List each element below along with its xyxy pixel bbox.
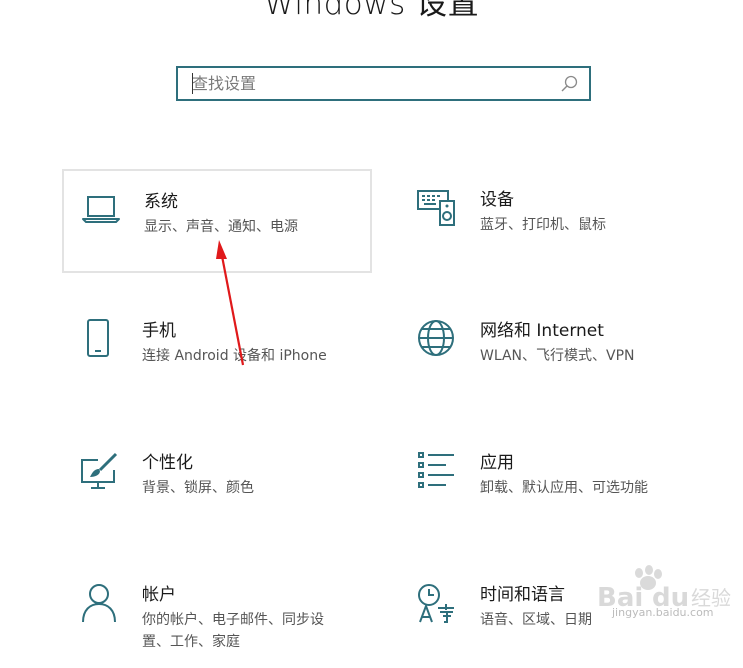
tile-description-line1: 你的帐户、电子邮件、同步设: [142, 612, 324, 628]
tile-title: 应用: [480, 453, 514, 473]
tile-title: 系统: [144, 192, 178, 212]
tile-title: 手机: [142, 321, 176, 341]
tile-apps[interactable]: 应用 卸载、默认应用、可选功能: [400, 432, 710, 536]
search-box[interactable]: [176, 66, 591, 101]
tile-title: 帐户: [142, 585, 176, 605]
page-title: Windows 设置: [263, 0, 480, 22]
tile-description: 连接 Android 设备和 iPhone: [142, 348, 327, 364]
tile-devices[interactable]: 设备 蓝牙、打印机、鼠标: [400, 169, 710, 273]
tile-description: 蓝牙、打印机、鼠标: [480, 217, 606, 233]
text-caret: [192, 73, 193, 94]
tile-description: 语音、区域、日期: [480, 612, 592, 628]
search-input[interactable]: [192, 68, 562, 99]
tile-description: 背景、锁屏、颜色: [142, 480, 254, 496]
globe-icon: [418, 320, 454, 356]
tile-system[interactable]: 系统 显示、声音、通知、电源: [62, 169, 372, 273]
baidu-watermark-logo: Bai du 经验: [597, 565, 731, 613]
search-icon[interactable]: [559, 74, 579, 94]
watermark-url: jingyan.baidu.com: [612, 606, 714, 619]
tile-title: 网络和 Internet: [480, 321, 604, 341]
tile-description: 卸载、默认应用、可选功能: [480, 480, 648, 496]
tile-description-line2: 置、工作、家庭: [142, 634, 240, 650]
tile-accounts[interactable]: 帐户 你的帐户、电子邮件、同步设 置、工作、家庭: [62, 564, 372, 668]
tile-title: 个性化: [142, 453, 193, 473]
tile-phone[interactable]: 手机 连接 Android 设备和 iPhone: [62, 300, 372, 404]
tile-personalization[interactable]: 个性化 背景、锁屏、颜色: [62, 432, 372, 536]
phone-icon: [87, 319, 109, 357]
keyboard-speaker-icon: [417, 190, 455, 226]
tile-title: 设备: [480, 190, 514, 210]
tile-description: WLAN、飞行模式、VPN: [480, 348, 635, 364]
clock-language-icon: [418, 584, 454, 623]
tile-title: 时间和语言: [480, 585, 565, 605]
paintbrush-monitor-icon: [81, 452, 118, 489]
tile-network[interactable]: 网络和 Internet WLAN、飞行模式、VPN: [400, 300, 710, 404]
laptop-icon: [82, 196, 120, 223]
tile-description: 显示、声音、通知、电源: [144, 219, 298, 235]
person-icon: [82, 584, 116, 623]
app-list-icon: [418, 452, 454, 488]
